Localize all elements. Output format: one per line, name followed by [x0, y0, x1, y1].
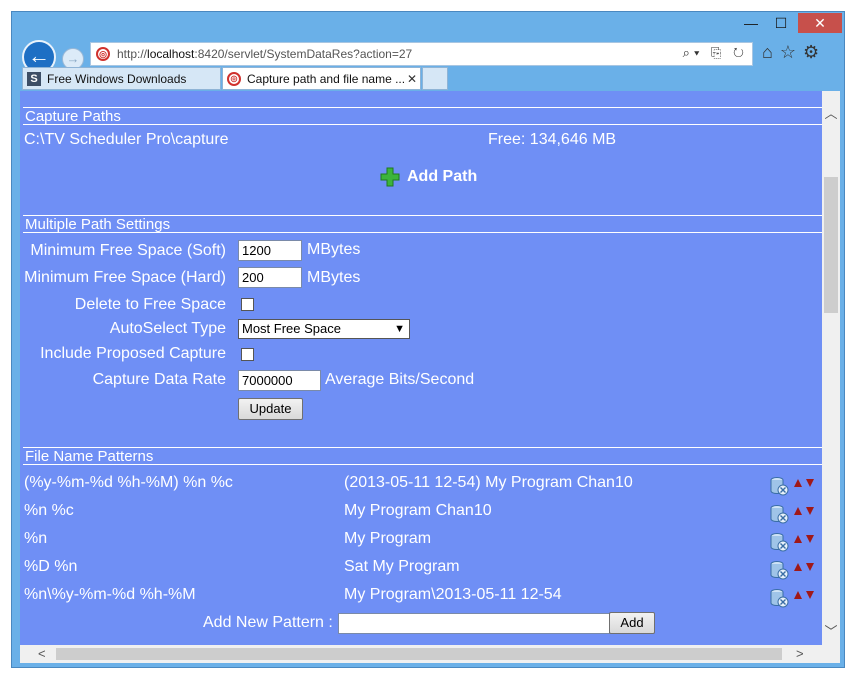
pattern-text: %n %c: [24, 502, 74, 519]
url-rest: :8420/servlet/SystemDataRes?action=27: [194, 47, 413, 61]
move-up-icon[interactable]: [794, 591, 802, 599]
move-up-icon[interactable]: [794, 479, 802, 487]
multi-path-heading: Multiple Path Settings: [23, 215, 822, 233]
site-icon: ◎: [227, 72, 241, 86]
softpedia-icon: S: [27, 72, 41, 86]
scrollbar-corner: [822, 645, 840, 663]
move-down-icon[interactable]: [806, 479, 814, 487]
include-proposed-checkbox[interactable]: [241, 348, 254, 361]
tab-label: Free Windows Downloads: [47, 72, 187, 86]
delete-pattern-icon[interactable]: [768, 503, 790, 525]
pattern-text: (%y-%m-%d %h-%M) %n %c: [24, 474, 233, 491]
autoselect-label: AutoSelect Type: [109, 320, 226, 337]
move-down-icon[interactable]: [806, 591, 814, 599]
min-soft-input[interactable]: 1200: [238, 240, 302, 261]
close-tab-icon[interactable]: ✕: [407, 68, 417, 90]
autoselect-dropdown[interactable]: Most Free Space ▼: [238, 319, 410, 339]
move-up-icon[interactable]: [794, 563, 802, 571]
address-tools[interactable]: ⌕▾ ⎘ ↻: [683, 45, 748, 61]
site-icon: ◎: [96, 47, 110, 61]
delete-pattern-icon[interactable]: [768, 559, 790, 581]
horizontal-scroll-thumb[interactable]: [56, 648, 782, 660]
scroll-up-icon[interactable]: ︿: [822, 103, 840, 122]
pattern-example: My Program Chan10: [344, 502, 492, 519]
autoselect-value: Most Free Space: [242, 321, 341, 336]
pattern-example: Sat My Program: [344, 558, 460, 575]
scroll-left-icon[interactable]: <: [38, 645, 46, 663]
page-content: Capture Paths C:\TV Scheduler Pro\captur…: [20, 91, 822, 645]
pattern-text: %n\%y-%m-%d %h-%M: [24, 586, 196, 603]
pattern-text: %n: [24, 530, 48, 547]
pattern-actions: [768, 531, 822, 553]
star-icon[interactable]: ☆: [780, 42, 803, 62]
tab-free-windows-downloads[interactable]: S Free Windows Downloads: [22, 67, 221, 90]
min-soft-unit: MBytes: [307, 241, 361, 258]
pattern-actions: [768, 559, 822, 581]
free-space-value: Free: 134,646 MB: [488, 131, 617, 148]
gear-icon[interactable]: ⚙: [803, 42, 826, 62]
toolbar-icons: ⌂☆⚙: [762, 42, 826, 63]
pattern-example: My Program\2013-05-11 12-54: [344, 586, 562, 603]
move-down-icon[interactable]: [806, 563, 814, 571]
file-patterns-heading: File Name Patterns: [23, 447, 822, 465]
min-soft-label: Minimum Free Space (Soft): [30, 242, 226, 259]
capture-paths-heading: Capture Paths: [23, 107, 822, 125]
close-window-button[interactable]: ✕: [798, 13, 842, 33]
capture-rate-label: Capture Data Rate: [92, 371, 226, 388]
move-down-icon[interactable]: [806, 507, 814, 515]
address-bar[interactable]: ◎ http://localhost:8420/servlet/SystemDa…: [90, 42, 753, 66]
delete-label: Delete to Free Space: [74, 296, 226, 313]
min-hard-unit: MBytes: [307, 269, 361, 286]
browser-window: — ☐ ✕ ← → ◎ http://localhost:8420/servle…: [11, 11, 845, 668]
home-icon[interactable]: ⌂: [762, 42, 780, 62]
pattern-actions: [768, 587, 822, 609]
delete-pattern-icon[interactable]: [768, 587, 790, 609]
tab-capture-path[interactable]: ◎ Capture path and file name ... ✕: [222, 67, 421, 90]
add-pattern-label: Add New Pattern :: [203, 614, 333, 631]
vertical-scrollbar[interactable]: ︿ ﹀: [822, 91, 840, 645]
title-bar: — ☐ ✕: [12, 12, 844, 38]
delete-checkbox[interactable]: [241, 298, 254, 311]
pattern-actions: [768, 503, 822, 525]
scroll-down-icon[interactable]: ﹀: [822, 621, 840, 640]
tab-label: Capture path and file name ...: [247, 72, 406, 86]
vertical-scroll-thumb[interactable]: [824, 177, 838, 313]
scroll-right-icon[interactable]: >: [796, 645, 804, 663]
pattern-text: %D %n: [24, 558, 78, 575]
maximize-button[interactable]: ☐: [766, 13, 796, 33]
horizontal-scrollbar[interactable]: < >: [20, 645, 822, 663]
delete-pattern-icon[interactable]: [768, 531, 790, 553]
pattern-example: My Program: [344, 530, 432, 547]
move-down-icon[interactable]: [806, 535, 814, 543]
pattern-actions: [768, 475, 822, 497]
minimize-button[interactable]: —: [736, 13, 766, 33]
move-up-icon[interactable]: [794, 535, 802, 543]
add-pattern-input[interactable]: [338, 613, 610, 634]
min-hard-input[interactable]: 200: [238, 267, 302, 288]
include-proposed-label: Include Proposed Capture: [40, 345, 226, 362]
add-pattern-button[interactable]: Add: [609, 612, 655, 634]
update-button[interactable]: Update: [238, 398, 303, 420]
add-path-link[interactable]: Add Path: [407, 168, 477, 186]
new-tab-button[interactable]: [422, 67, 448, 90]
capture-rate-unit: Average Bits/Second: [325, 371, 475, 388]
delete-pattern-icon[interactable]: [768, 475, 790, 497]
url-prefix: http://: [117, 47, 148, 61]
add-path-icon[interactable]: [380, 167, 400, 187]
chevron-down-icon: ▼: [394, 323, 405, 335]
url-host: localhost: [147, 47, 195, 61]
capture-path-value: C:\TV Scheduler Pro\capture: [24, 131, 229, 148]
min-hard-label: Minimum Free Space (Hard): [24, 269, 226, 286]
move-up-icon[interactable]: [794, 507, 802, 515]
pattern-example: (2013-05-11 12-54) My Program Chan10: [344, 474, 633, 491]
capture-rate-input[interactable]: 7000000: [238, 370, 321, 391]
address-url[interactable]: http://localhost:8420/servlet/SystemData…: [117, 47, 412, 61]
